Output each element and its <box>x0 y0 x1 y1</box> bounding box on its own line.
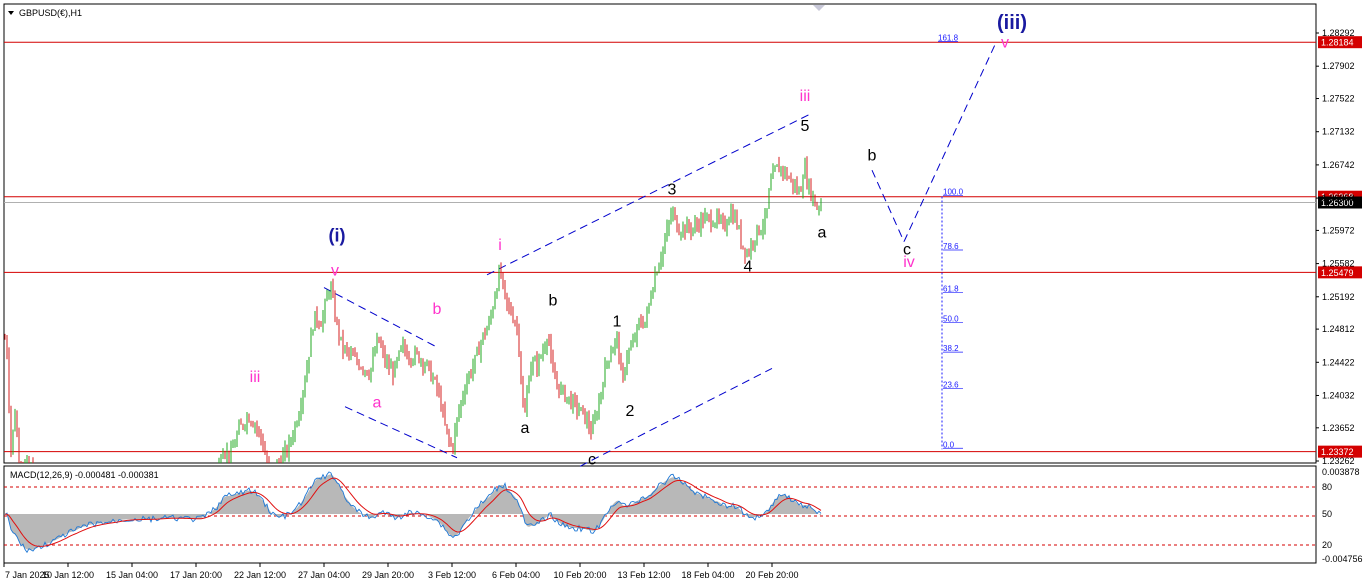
y-axis-tick-label: 1.27132 <box>1322 127 1355 137</box>
elliott-wave-label[interactable]: b <box>433 301 442 318</box>
y-axis-tick-label: 1.25972 <box>1322 225 1355 235</box>
elliott-wave-label[interactable]: (iii) <box>997 12 1027 34</box>
elliott-wave-label[interactable]: 1 <box>613 314 622 331</box>
macd-y-tick-label: -0.004756 <box>1322 554 1363 564</box>
x-axis-tick-label: 18 Feb 04:00 <box>681 570 734 580</box>
y-axis-tick-label: 1.26742 <box>1322 160 1355 170</box>
x-axis-tick-label: 27 Jan 04:00 <box>298 570 350 580</box>
y-axis-tick-label: 1.27522 <box>1322 94 1355 104</box>
y-axis-tick-label: 1.27902 <box>1322 61 1355 71</box>
price-chart[interactable]: 1.281841.263681.254791.233721.26300 161.… <box>0 0 1366 588</box>
x-axis-tick-label: 3 Feb 12:00 <box>428 570 476 580</box>
symbol-title: GBPUSD(€),H1 <box>19 8 82 18</box>
macd-y-tick-label: 50 <box>1322 509 1332 519</box>
y-axis-tick-label: 1.25582 <box>1322 259 1355 269</box>
x-axis-tick-label: 15 Jan 04:00 <box>106 570 158 580</box>
macd-y-tick-label: 0.003878 <box>1322 467 1360 477</box>
macd-y-tick-label: 20 <box>1322 540 1332 550</box>
elliott-wave-label[interactable]: iv <box>903 254 915 271</box>
y-axis-tick-label: 1.24812 <box>1322 324 1355 334</box>
x-axis-tick-label: 22 Jan 12:00 <box>234 570 286 580</box>
elliott-wave-label[interactable]: c <box>588 451 596 468</box>
y-axis-tick-label: 1.28292 <box>1322 28 1355 38</box>
elliott-wave-label[interactable]: a <box>373 394 382 411</box>
x-axis-tick-label: 13 Feb 12:00 <box>617 570 670 580</box>
price-tag-label: 1.28184 <box>1321 38 1354 48</box>
elliott-wave-label[interactable]: b <box>549 292 558 309</box>
x-axis-tick-label: 10 Feb 20:00 <box>553 570 606 580</box>
macd-title: MACD(12,26,9) -0.000481 -0.000381 <box>10 470 159 480</box>
elliott-wave-label[interactable]: iii <box>800 88 811 105</box>
y-axis-tick-label: 1.23652 <box>1322 423 1355 433</box>
chart-window: 1.281841.263681.254791.233721.26300 161.… <box>0 0 1366 588</box>
macd-y-tick-label: 80 <box>1322 482 1332 492</box>
elliott-wave-label[interactable]: (i) <box>329 226 346 246</box>
elliott-wave-label[interactable]: v <box>1001 35 1009 52</box>
elliott-wave-label[interactable]: 3 <box>668 182 677 199</box>
y-axis-tick-label: 1.26352 <box>1322 193 1355 203</box>
elliott-wave-label[interactable]: 2 <box>626 403 635 420</box>
x-axis-tick-label: 17 Jan 20:00 <box>170 570 222 580</box>
price-tag-label: 1.25479 <box>1321 268 1354 278</box>
y-axis-tick-label: 1.24032 <box>1322 390 1355 400</box>
elliott-wave-label[interactable]: 5 <box>801 118 810 135</box>
x-axis-tick-label: 10 Jan 12:00 <box>42 570 94 580</box>
elliott-wave-label[interactable]: a <box>521 420 530 437</box>
elliott-wave-label[interactable]: a <box>818 224 827 241</box>
x-axis-tick-label: 6 Feb 04:00 <box>492 570 540 580</box>
elliott-wave-label[interactable]: iii <box>250 369 261 386</box>
elliott-wave-label[interactable]: i <box>498 237 502 254</box>
x-axis-tick-label: 29 Jan 20:00 <box>362 570 414 580</box>
elliott-wave-label[interactable]: 4 <box>744 258 753 275</box>
elliott-wave-label[interactable]: v <box>331 263 339 280</box>
y-axis-tick-label: 1.25192 <box>1322 292 1355 302</box>
x-axis-tick-label: 20 Feb 20:00 <box>745 570 798 580</box>
y-axis-tick-label: 1.23262 <box>1322 456 1355 466</box>
elliott-wave-label[interactable]: b <box>868 148 877 165</box>
y-axis-tick-label: 1.24422 <box>1322 357 1355 367</box>
